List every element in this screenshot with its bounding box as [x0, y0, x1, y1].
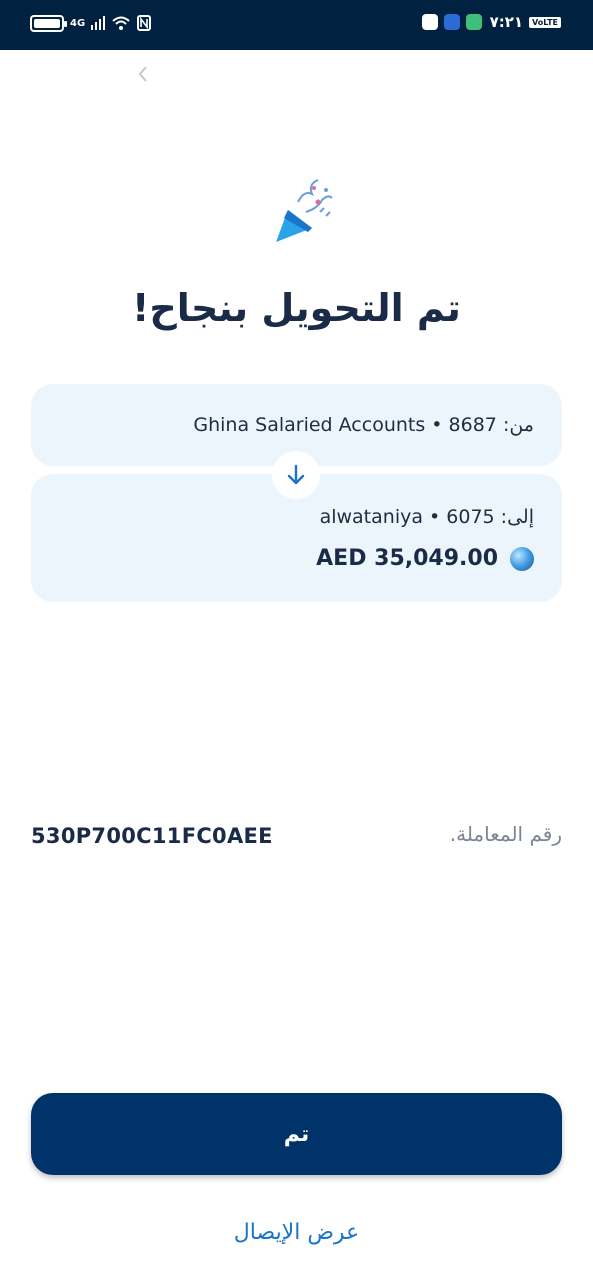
arrow-down-icon — [287, 464, 305, 485]
globe-icon — [510, 546, 534, 571]
clock: ٧:٢١ — [489, 13, 524, 31]
to-account-text: إلى: 6075 • alwataniya — [319, 506, 534, 528]
done-button[interactable]: تم — [31, 1093, 562, 1175]
from-account-text: من: 8687 • Ghina Salaried Accounts — [193, 414, 534, 436]
volte-badge: VoLTE — [529, 16, 561, 28]
app-notification-icon — [421, 14, 438, 30]
nfc-icon — [137, 15, 152, 31]
transfer-amount: AED 35,049.00 — [316, 546, 498, 571]
network-type: 4G — [70, 17, 86, 29]
status-left: 4G — [30, 12, 152, 34]
chevron-left-icon — [138, 66, 147, 82]
battery-icon — [30, 14, 67, 32]
back-button[interactable] — [133, 64, 153, 94]
party-popper-icon — [276, 179, 333, 242]
transfer-direction — [272, 451, 320, 499]
signal-icon — [91, 16, 106, 30]
status-bar: 4G ٧:٢١ VoLTE — [0, 0, 593, 50]
view-receipt-link[interactable]: عرض الإيصال — [0, 1220, 593, 1245]
transaction-number-value: 530P700C11FC0AEE — [31, 824, 273, 848]
app-notification-icon — [465, 14, 482, 30]
transaction-number-label: رقم المعاملة. — [449, 822, 562, 846]
wifi-icon — [112, 16, 130, 30]
app-notification-icon — [443, 14, 460, 30]
status-right: ٧:٢١ VoLTE — [421, 13, 561, 31]
success-title: تم التحويل بنجاح! — [132, 286, 461, 330]
amount-row: AED 35,049.00 — [316, 546, 534, 571]
